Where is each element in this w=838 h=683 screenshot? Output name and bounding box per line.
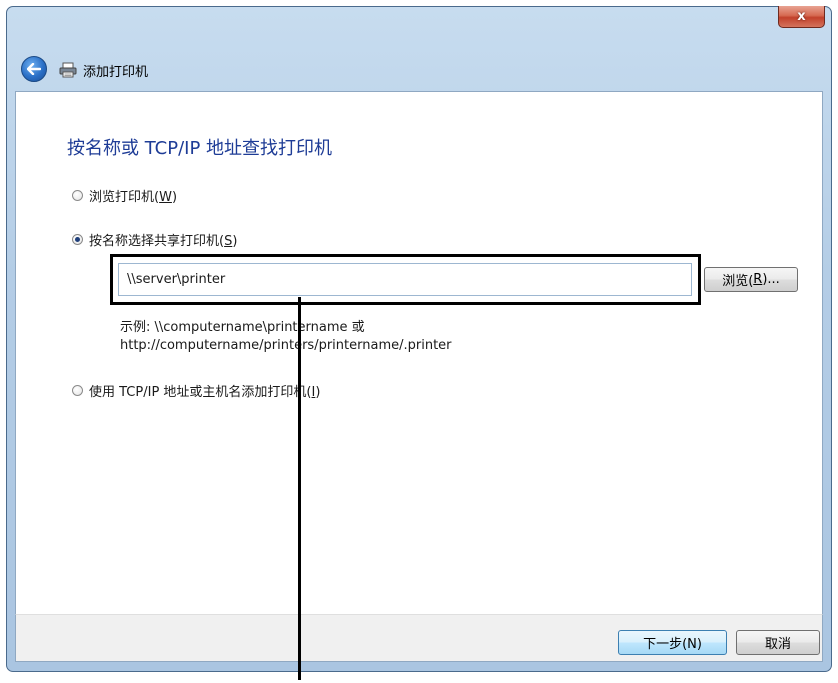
browse-printers-option[interactable]: 浏览打印机(W) [72, 186, 177, 205]
tcpip-radio[interactable] [72, 385, 83, 396]
select-shared-printer-radio[interactable] [72, 234, 83, 245]
title-bar: 添加打印机 [7, 47, 831, 91]
example-line-1: 示例: \\computername\printername 或 [120, 320, 365, 335]
browse-printers-radio[interactable] [72, 190, 83, 201]
select-shared-printer-label: 按名称选择共享打印机(S) [89, 234, 238, 249]
printer-icon [59, 62, 77, 78]
tcpip-label: 使用 TCP/IP 地址或主机名添加打印机(I) [89, 385, 321, 400]
close-button[interactable]: x [778, 6, 825, 28]
back-button[interactable] [21, 56, 47, 82]
callout-line [298, 297, 301, 680]
next-button[interactable]: 下一步(N) [618, 630, 727, 655]
close-icon: x [797, 9, 806, 24]
printer-path-input[interactable]: \\server\printer [118, 263, 692, 296]
example-line-2: http://computername/printers/printername… [120, 338, 452, 353]
browse-button[interactable]: 浏览(R)... [704, 267, 798, 292]
example-text: 示例: \\computername\printername 或 http://… [120, 319, 452, 355]
back-arrow-icon [27, 63, 41, 75]
add-printer-window: x 添加打印机 按名称或 TCP/IP 地址查找打印机 浏览打印机(W) 按名称… [6, 6, 832, 672]
tcpip-option[interactable]: 使用 TCP/IP 地址或主机名添加打印机(I) [72, 381, 320, 400]
cancel-button[interactable]: 取消 [736, 630, 820, 655]
page-title: 按名称或 TCP/IP 地址查找打印机 [67, 138, 333, 159]
browse-printers-label: 浏览打印机(W) [89, 190, 178, 205]
window-title: 添加打印机 [83, 65, 149, 80]
wizard-footer: 下一步(N) 取消 [15, 614, 823, 662]
wizard-content: 按名称或 TCP/IP 地址查找打印机 浏览打印机(W) 按名称选择共享打印机(… [15, 91, 823, 614]
select-shared-printer-option[interactable]: 按名称选择共享打印机(S) [72, 230, 237, 249]
